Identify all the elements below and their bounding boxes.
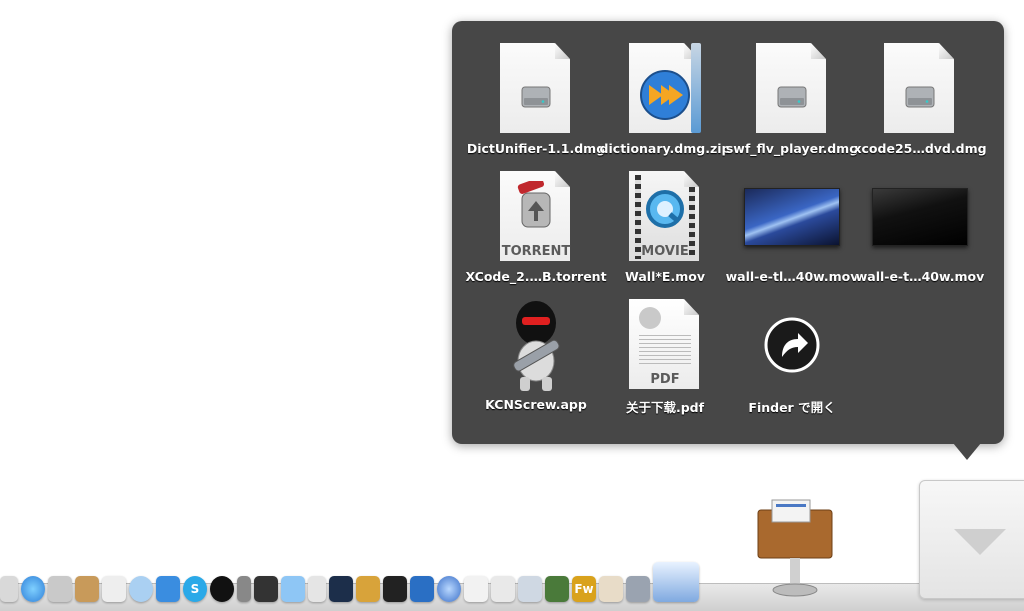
stack-item-label: wall-e-tl…40w.mov: [725, 269, 859, 284]
textedit-icon[interactable]: [464, 576, 488, 602]
stack-item-label: xcode25…dvd.dmg: [853, 141, 987, 156]
stack-item-walle-tl-mov[interactable]: wall-e-tl…40w.mov: [725, 169, 859, 294]
clapper-icon[interactable]: [410, 576, 434, 602]
screen-sharing-icon[interactable]: [254, 576, 278, 602]
downloads-stack-popup: DictUnifier-1.1.dmg dictionary.dmg.zip s…: [452, 21, 1004, 444]
disk-image-icon: [870, 41, 970, 137]
stack-item-label: XCode_2.…B.torrent: [465, 269, 607, 284]
quicktime-icon[interactable]: [21, 576, 45, 602]
stack-item-xcode-torrent[interactable]: TORRENT XCode_2.…B.torrent: [465, 169, 607, 294]
fruit-icon[interactable]: [356, 576, 380, 602]
ichat-icon[interactable]: [129, 576, 153, 602]
disk-image-icon: [742, 41, 842, 137]
file-type-tag: TORRENT: [501, 244, 571, 259]
archive-zip-icon: [615, 41, 715, 137]
stack-item-label: wall-e-t…40w.mov: [855, 269, 985, 284]
news-icon[interactable]: [599, 576, 623, 602]
file-type-tag: PDF: [650, 372, 680, 387]
file-type-tag: MOVIE: [641, 244, 689, 259]
stack-item-label: Wall*E.mov: [625, 269, 705, 284]
stack-item-kcnscrew-app[interactable]: KCNScrew.app: [471, 297, 601, 422]
dog-icon[interactable]: [102, 576, 126, 602]
stack-popup-pointer: [953, 443, 981, 460]
xcode-icon[interactable]: [626, 576, 650, 602]
skype-icon[interactable]: S: [183, 576, 207, 602]
stack-item-walle-mov[interactable]: MOVIE Wall*E.mov: [600, 169, 730, 294]
imovie-icon[interactable]: [383, 576, 407, 602]
stack-item-dictunifier[interactable]: DictUnifier-1.1.dmg: [467, 41, 605, 166]
pages-icon[interactable]: [491, 576, 515, 602]
quicktime-movie-icon: MOVIE: [615, 169, 715, 265]
stack-item-swf-flv-player[interactable]: swf_flv_player.dmg: [725, 41, 859, 166]
stack-item-label: swf_flv_player.dmg: [725, 141, 859, 156]
stack-item-label: dictionary.dmg.zip: [599, 141, 731, 156]
robot-app-icon: [486, 297, 586, 393]
stack-item-label: 关于下载.pdf: [625, 400, 705, 415]
qq-icon[interactable]: [210, 576, 234, 602]
stack-item-xcode-dmg[interactable]: xcode25…dvd.dmg: [853, 41, 987, 166]
phone-icon[interactable]: [237, 576, 251, 602]
itunes-icon[interactable]: [281, 576, 305, 602]
stack-item-label: KCNScrew.app: [485, 397, 587, 412]
pdf-file-icon: PDF: [615, 297, 715, 393]
stack-item-dictionary-zip[interactable]: dictionary.dmg.zip: [600, 41, 730, 166]
video-thumbnail-icon: [742, 169, 842, 265]
app-store-icon[interactable]: [545, 576, 569, 602]
stack-item-label: DictUnifier-1.1.dmg: [466, 141, 606, 156]
dashboard-icon[interactable]: [329, 576, 353, 602]
numbers-icon[interactable]: [653, 562, 699, 602]
keynote-icon[interactable]: [750, 492, 840, 600]
preview-icon[interactable]: [0, 576, 18, 602]
stack-item-label: Finder で開く: [748, 400, 836, 415]
messenger-icon[interactable]: [156, 576, 180, 602]
downloads-stack-icon[interactable]: [919, 480, 1024, 599]
open-in-finder-button[interactable]: Finder で開く: [727, 297, 857, 422]
ipod-icon[interactable]: [308, 576, 326, 602]
arrow-circle-icon: [742, 297, 842, 393]
torrent-file-icon: TORRENT: [486, 169, 586, 265]
mail-icon[interactable]: [518, 576, 542, 602]
stack-item-pdf[interactable]: PDF 关于下载.pdf: [600, 297, 730, 422]
dock: S Fw: [0, 562, 702, 602]
script-icon[interactable]: [48, 576, 72, 602]
network-icon[interactable]: [437, 576, 461, 602]
fireworks-icon[interactable]: Fw: [572, 576, 596, 602]
rabbit-icon[interactable]: [75, 576, 99, 602]
disk-image-icon: [486, 41, 586, 137]
video-thumbnail-icon: [870, 169, 970, 265]
stack-arrow-icon: [954, 529, 1006, 555]
stack-item-walle-t-mov[interactable]: wall-e-t…40w.mov: [855, 169, 985, 294]
